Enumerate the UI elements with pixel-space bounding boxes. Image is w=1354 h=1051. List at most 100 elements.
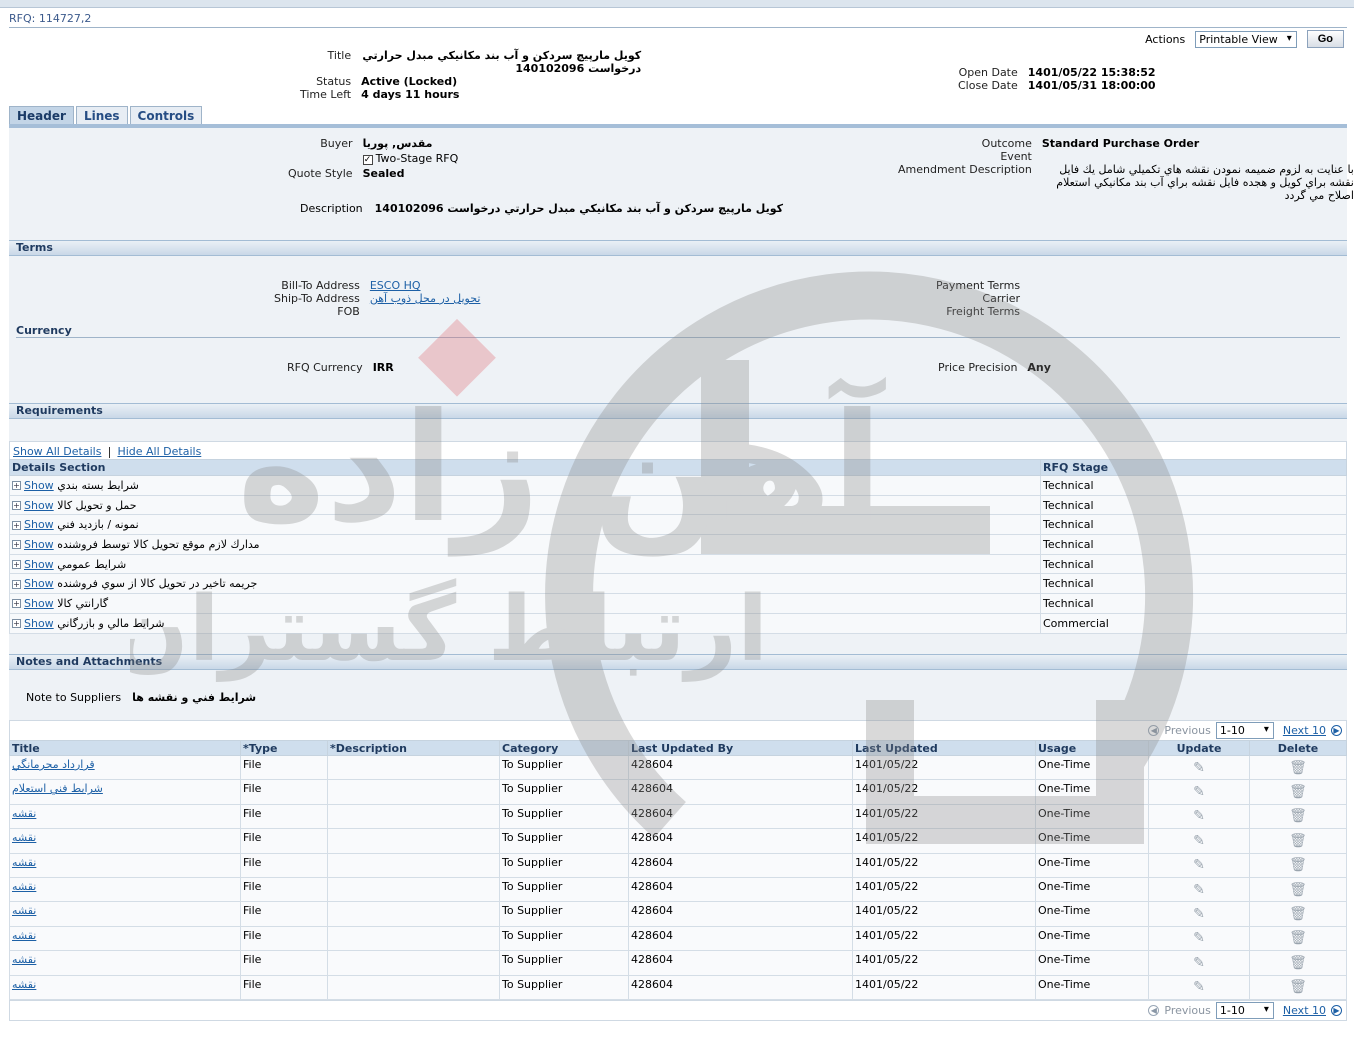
show-details-link[interactable]: Show bbox=[24, 558, 54, 571]
attachment-updated-by: 428604 bbox=[628, 901, 853, 927]
trash-icon[interactable]: 🗑 bbox=[1289, 808, 1307, 824]
chevron-right-icon[interactable]: ▶ bbox=[1331, 725, 1342, 736]
attachment-usage: One-Time bbox=[1035, 925, 1149, 952]
trash-icon[interactable]: 🗑 bbox=[1289, 930, 1307, 946]
show-details-link[interactable]: Show bbox=[24, 577, 54, 590]
col-type: *Type bbox=[240, 740, 328, 756]
attachment-category: To Supplier bbox=[499, 876, 629, 903]
show-details-link[interactable]: Show bbox=[24, 597, 54, 610]
show-details-link[interactable]: Show bbox=[24, 538, 54, 551]
requirement-cell: + Show مدارك لازم موقع تحويل كالا توسط فر… bbox=[9, 534, 1041, 555]
pencil-icon[interactable]: ✎ bbox=[1193, 857, 1205, 873]
attachment-description bbox=[327, 803, 500, 830]
delete-cell: 🗑 bbox=[1249, 779, 1347, 805]
open-date-value: 1401/05/22 15:38:52 bbox=[1027, 66, 1156, 79]
pencil-icon[interactable]: ✎ bbox=[1193, 784, 1205, 800]
trash-icon[interactable]: 🗑 bbox=[1289, 906, 1307, 922]
attachment-row: نقشه File To Supplier 428604 1401/05/22 One-T… bbox=[9, 803, 1347, 830]
range-select[interactable]: 1-10 bbox=[1215, 722, 1274, 739]
next-link[interactable]: Next 10 bbox=[1283, 1004, 1326, 1017]
pencil-icon[interactable]: ✎ bbox=[1193, 760, 1205, 776]
delete-cell: 🗑 bbox=[1249, 852, 1347, 878]
attachment-type: File bbox=[240, 779, 328, 805]
attachment-updated-date: 1401/05/22 bbox=[852, 828, 1036, 854]
plus-icon[interactable]: + bbox=[12, 579, 21, 589]
ship-to-link[interactable]: تحویل در محل ذوب آهن bbox=[370, 292, 481, 305]
attachment-updated-date: 1401/05/22 bbox=[852, 876, 1036, 903]
go-button[interactable]: Go bbox=[1306, 30, 1344, 48]
attachment-updated-date: 1401/05/22 bbox=[852, 901, 1036, 927]
pencil-icon[interactable]: ✎ bbox=[1193, 808, 1205, 824]
attachment-description bbox=[327, 876, 500, 903]
show-details-link[interactable]: Show bbox=[24, 499, 54, 512]
attachment-title-link[interactable]: نقشه bbox=[12, 978, 36, 991]
attachment-description bbox=[327, 974, 500, 1000]
attachment-category: To Supplier bbox=[499, 754, 629, 781]
attachment-title-link[interactable]: نقشه bbox=[12, 807, 36, 820]
attachment-title-link[interactable]: نقشه bbox=[12, 856, 36, 869]
chevron-right-icon[interactable]: ▶ bbox=[1331, 1005, 1342, 1016]
tab-controls[interactable]: Controls bbox=[129, 106, 203, 125]
pencil-icon[interactable]: ✎ bbox=[1193, 955, 1205, 971]
previous-link[interactable]: Previous bbox=[1164, 724, 1211, 737]
pencil-icon[interactable]: ✎ bbox=[1193, 930, 1205, 946]
previous-link[interactable]: Previous bbox=[1164, 1004, 1211, 1017]
pencil-icon[interactable]: ✎ bbox=[1193, 979, 1205, 995]
actions-select[interactable]: Printable View bbox=[1195, 30, 1297, 48]
show-details-link[interactable]: Show bbox=[24, 617, 54, 630]
range-select[interactable]: 1-10 bbox=[1215, 1002, 1274, 1019]
attachment-title-link[interactable]: نقشه bbox=[12, 880, 36, 893]
next-link[interactable]: Next 10 bbox=[1283, 724, 1326, 737]
attachment-usage: One-Time bbox=[1035, 974, 1149, 1000]
plus-icon[interactable]: + bbox=[12, 599, 21, 609]
tab-lines[interactable]: Lines bbox=[75, 106, 128, 125]
delete-cell: 🗑 bbox=[1249, 974, 1347, 1000]
attachment-title-link[interactable]: نقشه bbox=[12, 904, 36, 917]
hide-all-details-link[interactable]: Hide All Details bbox=[117, 445, 201, 458]
bill-to-link[interactable]: ESCO HQ bbox=[370, 279, 481, 292]
trash-icon[interactable]: 🗑 bbox=[1289, 784, 1307, 800]
attachment-title-link[interactable]: نقشه bbox=[12, 953, 36, 966]
plus-icon[interactable]: + bbox=[12, 520, 21, 530]
attachment-updated-date: 1401/05/22 bbox=[852, 974, 1036, 1000]
show-all-details-link[interactable]: Show All Details bbox=[13, 445, 101, 458]
close-date-label: Close Date bbox=[958, 79, 1018, 92]
trash-icon[interactable]: 🗑 bbox=[1289, 955, 1307, 971]
tab-header[interactable]: Header bbox=[9, 106, 74, 125]
requirement-cell: + Show گارانتي كالا bbox=[9, 593, 1041, 614]
pencil-icon[interactable]: ✎ bbox=[1193, 882, 1205, 898]
trash-icon[interactable]: 🗑 bbox=[1289, 833, 1307, 849]
pencil-icon[interactable]: ✎ bbox=[1193, 906, 1205, 922]
attachment-description bbox=[327, 754, 500, 781]
attachment-title-link[interactable]: قرارداد محرمانگي bbox=[12, 758, 95, 771]
trash-icon[interactable]: 🗑 bbox=[1289, 857, 1307, 873]
carrier-label: Carrier bbox=[982, 292, 1021, 305]
pencil-icon[interactable]: ✎ bbox=[1193, 833, 1205, 849]
plus-icon[interactable]: + bbox=[12, 560, 21, 570]
checkbox-icon[interactable]: ✓ bbox=[362, 155, 373, 165]
col-last-updated-by: Last Updated By bbox=[628, 740, 853, 756]
plus-icon[interactable]: + bbox=[12, 540, 21, 550]
attachment-row: شرايط فني استعلام File To Supplier 428604 14… bbox=[9, 779, 1347, 805]
show-details-link[interactable]: Show bbox=[24, 518, 54, 531]
show-details-link[interactable]: Show bbox=[24, 479, 54, 492]
requirement-name: جريمه تاخير در تحويل كالا از سوي فروشنده bbox=[57, 577, 258, 591]
trash-icon[interactable]: 🗑 bbox=[1289, 882, 1307, 898]
attachment-row: نقشه File To Supplier 428604 1401/05/22 One-T… bbox=[9, 852, 1347, 878]
attachment-type: File bbox=[240, 852, 328, 878]
attachment-row: نقشه File To Supplier 428604 1401/05/22 One-T… bbox=[9, 950, 1347, 976]
attachment-category: To Supplier bbox=[499, 925, 629, 952]
attachment-title-link[interactable]: نقشه bbox=[12, 929, 36, 942]
plus-icon[interactable]: + bbox=[12, 501, 21, 511]
trash-icon[interactable]: 🗑 bbox=[1289, 979, 1307, 995]
plus-icon[interactable]: + bbox=[12, 619, 21, 629]
plus-icon[interactable]: + bbox=[12, 481, 21, 491]
trash-icon[interactable]: 🗑 bbox=[1289, 760, 1307, 776]
col-usage: Usage bbox=[1035, 740, 1149, 756]
requirement-name: حمل و تحويل كالا bbox=[57, 498, 137, 512]
requirement-cell: + Show نمونه / بازديد فني bbox=[9, 514, 1041, 536]
attachment-row: قرارداد محرمانگي File To Supplier 428604 140… bbox=[9, 754, 1347, 781]
quote-style-label: Quote Style bbox=[288, 167, 353, 180]
attachment-title-link[interactable]: نقشه bbox=[12, 831, 36, 844]
attachment-title-link[interactable]: شرايط فني استعلام bbox=[12, 782, 103, 795]
